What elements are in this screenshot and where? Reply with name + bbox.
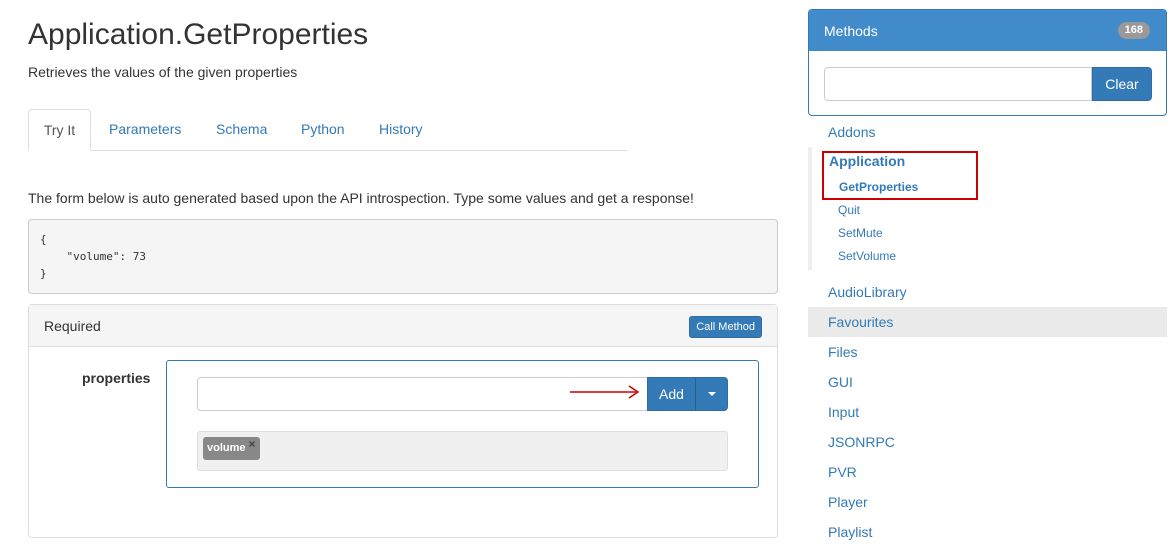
nav-item-addons[interactable]: Addons: [808, 117, 1167, 147]
tab-bar: Try It Parameters Schema Python History: [28, 109, 627, 151]
call-method-button[interactable]: Call Method: [689, 316, 762, 338]
nav-item-favourites[interactable]: Favourites: [808, 307, 1167, 337]
tab-python[interactable]: Python: [301, 109, 345, 151]
properties-label: properties: [82, 370, 151, 386]
clear-button[interactable]: Clear: [1092, 67, 1152, 101]
methods-title: Methods: [824, 23, 878, 39]
tab-history[interactable]: History: [379, 109, 423, 151]
nav-item-audiolibrary[interactable]: AudioLibrary: [808, 277, 1167, 307]
tab-schema[interactable]: Schema: [216, 109, 267, 151]
nav-item-player[interactable]: Player: [808, 487, 1167, 517]
method-count-badge: 168: [1117, 22, 1150, 39]
nav-item-gui[interactable]: GUI: [808, 367, 1167, 397]
methods-panel: Methods 168 Clear: [808, 9, 1167, 116]
methods-header: Methods 168: [809, 10, 1166, 51]
tab-try-it[interactable]: Try It: [28, 109, 91, 151]
nav-item-playlist[interactable]: Playlist: [808, 517, 1167, 547]
add-dropdown-toggle[interactable]: [695, 377, 728, 411]
tab-parameters[interactable]: Parameters: [109, 109, 181, 151]
tag-volume: volume ×: [203, 437, 260, 460]
annotation-arrow-icon: [570, 385, 640, 399]
code-line: "volume": 73: [40, 250, 146, 263]
nav-item-files[interactable]: Files: [808, 337, 1167, 367]
close-icon[interactable]: ×: [249, 437, 256, 451]
page-title: Application.GetProperties: [28, 18, 369, 51]
request-json-preview[interactable]: { "volume": 73 }: [28, 219, 778, 294]
required-panel-header: Required Call Method: [29, 305, 777, 347]
nav-subitem-quit[interactable]: Quit: [838, 203, 860, 217]
intro-text: The form below is auto generated based u…: [28, 190, 694, 206]
nav-subitem-setvolume[interactable]: SetVolume: [838, 249, 896, 263]
code-line: }: [40, 267, 47, 280]
nav-item-jsonrpc[interactable]: JSONRPC: [808, 427, 1167, 457]
page-subtitle: Retrieves the values of the given proper…: [28, 64, 298, 80]
page: Application.GetProperties Retrieves the …: [0, 0, 1171, 547]
nav-group-indicator: [808, 147, 812, 270]
nav-item-input[interactable]: Input: [808, 397, 1167, 427]
tag-list: [197, 431, 728, 471]
required-label: Required: [44, 318, 101, 334]
add-button[interactable]: Add: [647, 377, 696, 411]
method-filter-input[interactable]: [824, 67, 1092, 101]
nav-subitem-setmute[interactable]: SetMute: [838, 226, 883, 240]
nav-item-pvr[interactable]: PVR: [808, 457, 1167, 487]
chevron-down-icon: [708, 392, 716, 396]
code-line: {: [40, 233, 47, 246]
highlight-box: [822, 151, 978, 200]
tag-label: volume: [207, 442, 246, 454]
